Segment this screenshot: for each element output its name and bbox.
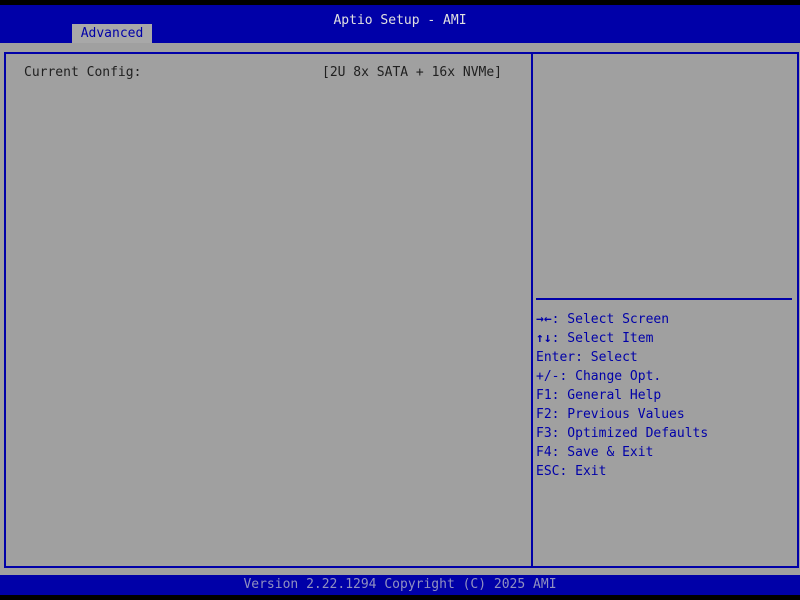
help-item: ESC: Exit [536, 464, 607, 479]
help-text: : Select Item [551, 331, 654, 346]
arrow-left-right-icon: →← [536, 312, 552, 327]
help-item: Enter: Select [536, 350, 638, 365]
panel-divider [531, 52, 533, 566]
help-item: →←: Select Screen [536, 310, 708, 329]
help-item: F2: Previous Values [536, 407, 685, 422]
key-help: →←: Select Screen ↑↓: Select Item Enter:… [536, 310, 708, 481]
help-item: ↑↓: Select Item [536, 329, 708, 348]
header-bar: Aptio Setup - AMI Advanced [0, 5, 800, 43]
help-item: F4: Save & Exit [536, 445, 654, 460]
help-item: F3: Optimized Defaults [536, 426, 709, 441]
help-item: +/-: Change Opt. [536, 369, 662, 384]
arrow-up-down-icon: ↑↓ [536, 331, 552, 346]
setting-label: Current Config: [24, 65, 142, 80]
help-divider [536, 298, 792, 300]
setting-value: [2U 8x SATA + 16x NVMe] [322, 65, 503, 80]
help-text: : Select Screen [551, 312, 670, 327]
help-item: F1: General Help [536, 388, 662, 403]
main-panel [0, 43, 800, 575]
tab-advanced[interactable]: Advanced [72, 24, 152, 43]
footer-version: Version 2.22.1294 Copyright (C) 2025 AMI [0, 575, 800, 595]
setting-row-current-config: Current Config: [2U 8x SATA + 16x NVMe] [24, 63, 504, 82]
